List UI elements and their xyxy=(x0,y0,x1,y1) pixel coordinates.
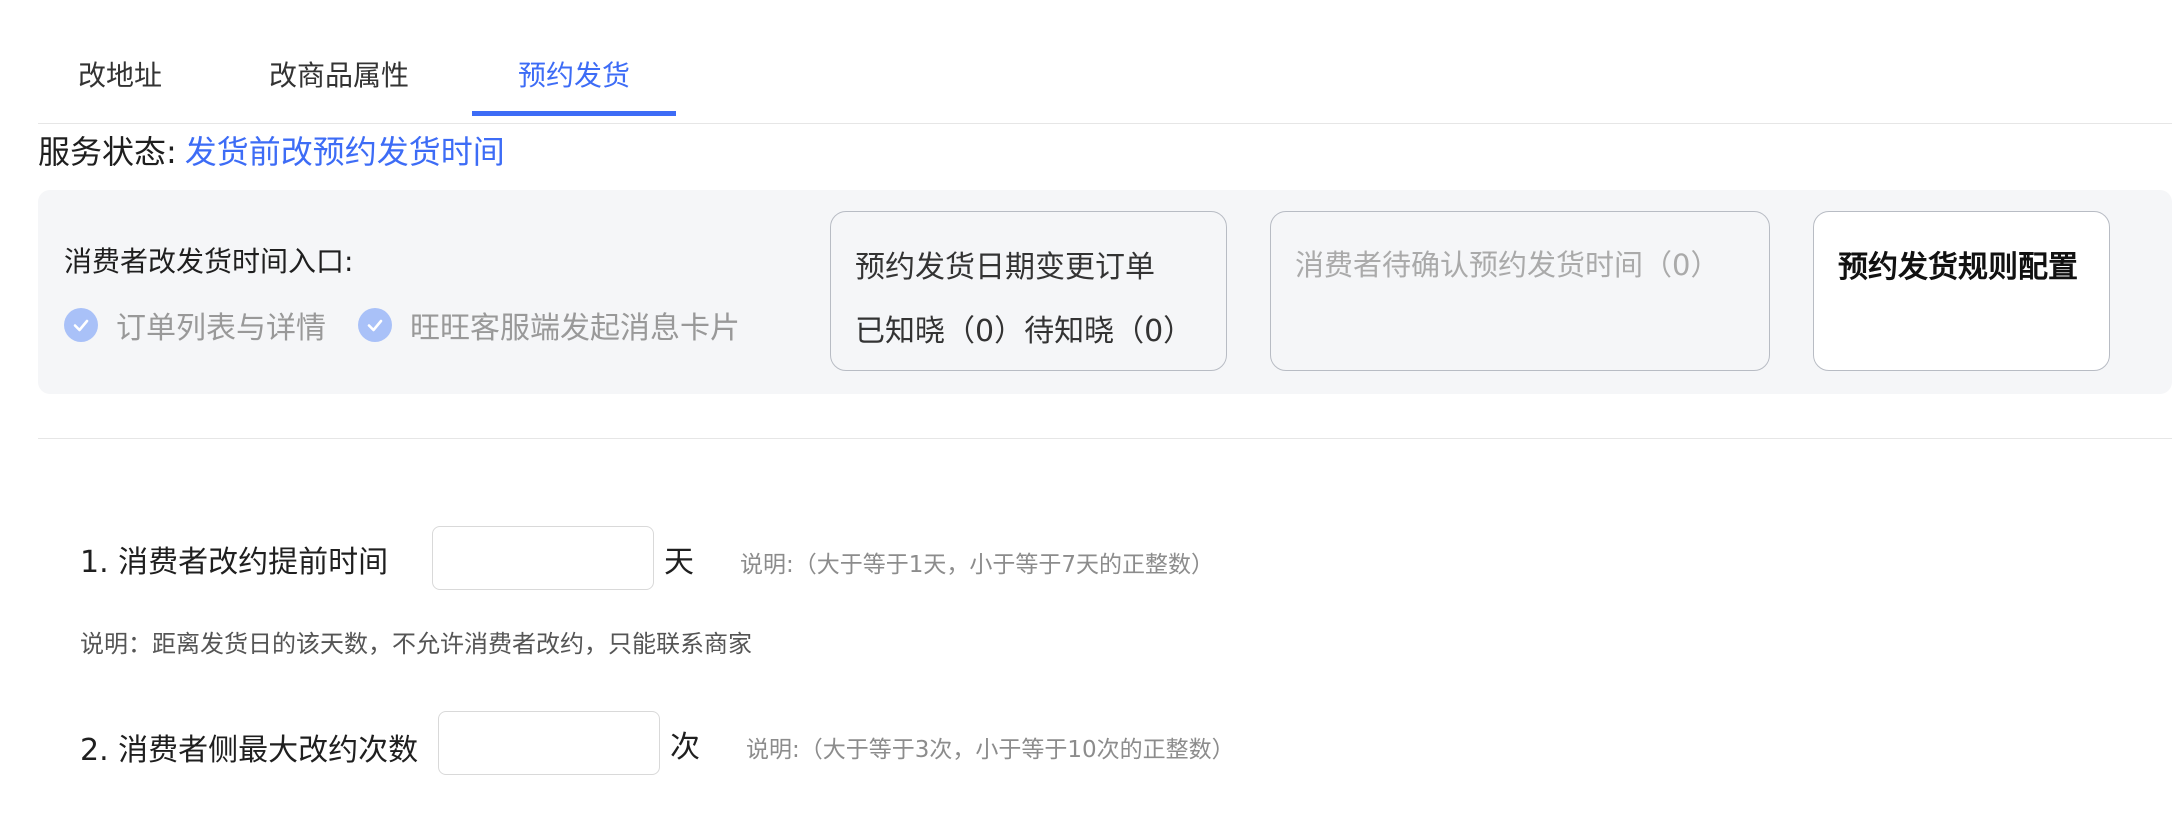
advance-days-hint: 说明:（大于等于1天，小于等于7天的正整数） xyxy=(740,552,1215,578)
max-changes-input[interactable] xyxy=(438,711,660,775)
check-circle-icon xyxy=(64,308,98,342)
advance-time-label: 1. 消费者改约提前时间 xyxy=(80,545,389,580)
card-title: 预约发货规则配置 xyxy=(1838,250,2078,285)
entry-list: 订单列表与详情 旺旺客服端发起消息卡片 xyxy=(64,303,772,347)
times-unit: 次 xyxy=(670,730,700,765)
section-divider xyxy=(38,438,2172,439)
entry-item-wangwang-card: 旺旺客服端发起消息卡片 xyxy=(358,303,740,347)
tab-bar: 改地址 改商品属性 预约发货 xyxy=(38,54,676,116)
days-unit: 天 xyxy=(664,545,694,580)
entry-item-order-list: 订单列表与详情 xyxy=(64,303,326,347)
card-counts: 已知晓（0）待知晓（0） xyxy=(855,314,1194,349)
max-changes-label: 2. 消费者侧最大改约次数 xyxy=(80,733,419,768)
advance-days-input[interactable] xyxy=(432,526,654,590)
pending-confirmation-card[interactable]: 消费者待确认预约发货时间（0） xyxy=(1270,211,1770,371)
card-title: 消费者待确认预约发货时间（0） xyxy=(1295,248,1720,282)
tab-scheduled-shipping[interactable]: 预约发货 xyxy=(472,54,676,116)
tab-change-address[interactable]: 改地址 xyxy=(38,54,206,116)
max-changes-hint: 说明:（大于等于3次，小于等于10次的正整数） xyxy=(746,737,1235,763)
changed-orders-card[interactable]: 预约发货日期变更订单 已知晓（0）待知晓（0） xyxy=(830,211,1227,371)
entry-item-label: 旺旺客服端发起消息卡片 xyxy=(410,311,740,346)
service-status: 服务状态: 发货前改预约发货时间 xyxy=(38,128,505,172)
card-title: 预约发货日期变更订单 xyxy=(855,250,1155,285)
service-status-label: 服务状态: xyxy=(38,133,177,171)
advance-days-note: 说明：距离发货日的该天数，不允许消费者改约，只能联系商家 xyxy=(80,630,752,658)
entry-item-label: 订单列表与详情 xyxy=(116,311,326,346)
rule-config-card[interactable]: 预约发货规则配置 xyxy=(1813,211,2110,371)
entry-title: 消费者改发货时间入口: xyxy=(64,245,354,278)
service-status-value: 发货前改预约发货时间 xyxy=(184,133,505,171)
tab-change-product-attributes[interactable]: 改商品属性 xyxy=(206,54,472,116)
check-circle-icon xyxy=(358,308,392,342)
tab-divider xyxy=(38,123,2172,124)
